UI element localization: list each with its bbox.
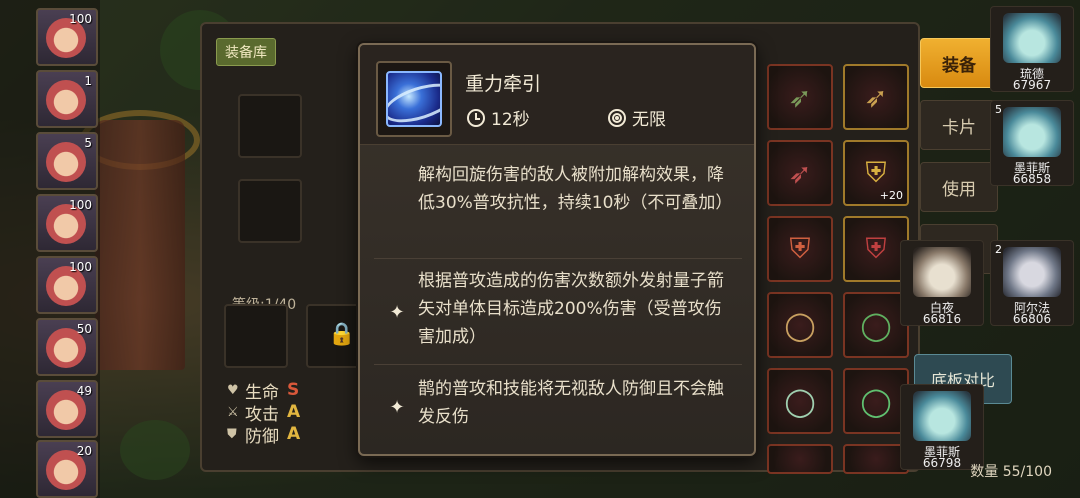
hero-power: 66858 — [1012, 172, 1052, 186]
tower — [95, 120, 185, 370]
avatar — [46, 142, 86, 182]
heart-icon: ♥ — [227, 382, 239, 398]
hero-card[interactable]: 墨菲斯 66798 — [900, 384, 984, 470]
hero-portrait — [1003, 107, 1061, 157]
avatar-slot[interactable]: 5 — [36, 132, 98, 190]
ring-icon: ◯ — [784, 308, 816, 342]
ring-icon: ◯ — [860, 308, 892, 342]
item-cell[interactable]: ⛨ +20 — [843, 140, 909, 206]
effect-text: 解构回旋伤害的敌人被附加解构效果，降低30%普攻抗性，持续10秒（不可叠加） — [418, 165, 733, 213]
hero-portrait — [913, 247, 971, 297]
skill-cooldown: 12秒 — [467, 105, 530, 130]
sparkle-icon: ✦ — [389, 302, 405, 323]
tab-use[interactable]: 使用 — [920, 162, 998, 212]
avatar-slot[interactable]: 100 — [36, 256, 98, 314]
avatar-slot[interactable]: 100 — [36, 8, 98, 66]
avatar-level: 5 — [84, 136, 92, 150]
effect-item: ✦ 根据普攻造成的伤害次数额外发射量子箭矢对单体目标造成200%伤害（受普攻伤害… — [374, 259, 742, 365]
stat-grade: A — [287, 424, 301, 444]
avatar-slot[interactable]: 100 — [36, 194, 98, 252]
stat-grade: A — [287, 402, 301, 422]
gravity-swirl-icon — [386, 71, 442, 127]
item-cell[interactable]: ⛨ — [767, 216, 833, 282]
avatar-level: 1 — [84, 74, 92, 88]
lock-icon: 🔒 — [328, 322, 356, 347]
hero-card[interactable]: 5 墨菲斯 66858 — [990, 100, 1074, 186]
armor-icon: ⛨ — [865, 232, 887, 265]
hero-card[interactable]: 白夜 66816 — [900, 240, 984, 326]
avatar-slot[interactable]: 49 — [36, 380, 98, 438]
hero-power: 66816 — [922, 312, 962, 326]
stat-attack: ⚔ 攻击 A — [227, 401, 377, 425]
effect-text: 鹊的普攻和技能将无视敌人防御且不会触发反伤 — [418, 379, 724, 427]
target-icon — [608, 108, 626, 127]
shield-icon: ⛊ — [227, 426, 237, 442]
tooltip-body[interactable]: 解构回旋伤害的敌人被附加解构效果，降低30%普攻抗性，持续10秒（不可叠加） ✦… — [360, 147, 754, 454]
skill-range: 无限 — [608, 105, 666, 130]
hero-card[interactable]: 2 阿尔法 66806 — [990, 240, 1074, 326]
avatar-level: 49 — [76, 384, 92, 398]
skill-name: 重力牵引 — [465, 73, 542, 95]
equip-slot-weapon[interactable] — [238, 94, 302, 158]
avatar-level: 100 — [69, 12, 92, 26]
hero-portrait — [1003, 13, 1061, 63]
hero-level: 2 — [995, 243, 1002, 256]
skill-tooltip: 重力牵引 12秒 无限 解构回旋伤害的敌人被附加解构效果，降低30%普攻抗性，持… — [358, 43, 756, 456]
hero-portrait — [913, 391, 971, 441]
item-cell[interactable]: ➶ — [767, 64, 833, 130]
item-cell[interactable]: ◯ — [767, 368, 833, 434]
bow-icon: ➶ — [788, 156, 812, 190]
item-cell[interactable]: ➶ — [767, 140, 833, 206]
stat-grade: S — [287, 380, 300, 400]
bow-icon: ➶ — [788, 80, 812, 114]
armor-icon: ⛨ — [789, 232, 811, 265]
avatar-level: 100 — [69, 260, 92, 274]
stat-hp: ♥ 生命 S — [227, 379, 377, 403]
stat-defense: ⛊ 防御 A — [227, 423, 377, 447]
equip-skill-slot[interactable] — [224, 304, 288, 368]
hero-level: 5 — [995, 103, 1002, 116]
item-cell[interactable]: ➶ — [843, 64, 909, 130]
hero-power: 66806 — [1012, 312, 1052, 326]
effect-text: 根据普攻造成的伤害次数额外发射量子箭矢对单体目标造成200%伤害（受普攻伤害加成… — [418, 271, 724, 347]
item-cell[interactable] — [767, 444, 833, 474]
hero-card[interactable]: 琉德 67967 — [990, 6, 1074, 92]
hero-portrait — [1003, 247, 1061, 297]
stat-label: 防御 — [245, 426, 279, 447]
sword-icon: ⚔ — [227, 404, 239, 420]
bow-icon: ➶ — [864, 80, 888, 114]
ring-icon: ◯ — [860, 384, 892, 418]
avatar-level: 100 — [69, 198, 92, 212]
avatar-slot[interactable]: 1 — [36, 70, 98, 128]
effect-item: 解构回旋伤害的敌人被附加解构效果，降低30%普攻抗性，持续10秒（不可叠加） — [374, 147, 742, 259]
cooldown-value: 12秒 — [491, 110, 530, 130]
avatar-slot[interactable]: 20 — [36, 440, 98, 498]
sparkle-icon: ✦ — [389, 397, 405, 418]
avatar — [46, 80, 86, 120]
range-value: 无限 — [632, 110, 666, 130]
skill-icon — [376, 61, 452, 137]
stats-box: ♥ 生命 S ⚔ 攻击 A ⛊ 防御 A — [227, 379, 377, 469]
effect-item: ✦ 鹊的普攻和技能将无视敌人防御且不会触发反伤 — [374, 365, 742, 453]
clock-icon — [467, 108, 485, 127]
tooltip-header: 重力牵引 12秒 无限 — [360, 45, 754, 145]
avatar-list: 100 1 5 100 100 50 49 20 — [0, 0, 100, 498]
equip-slot-armor[interactable] — [238, 179, 302, 243]
avatar-slot[interactable]: 50 — [36, 318, 98, 376]
item-count: 数量 55/100 — [970, 464, 1052, 480]
avatar-level: 20 — [76, 444, 92, 458]
tree — [120, 420, 190, 480]
tab-equipment[interactable]: 装备 — [920, 38, 998, 88]
item-cell[interactable]: ◯ — [767, 292, 833, 358]
item-plus: +20 — [879, 189, 903, 202]
equipment-library-tag: 装备库 — [216, 38, 276, 66]
hero-power: 67967 — [1012, 78, 1052, 92]
ring-icon: ◯ — [784, 384, 816, 418]
tab-card[interactable]: 卡片 — [920, 100, 998, 150]
avatar-level: 50 — [76, 322, 92, 336]
